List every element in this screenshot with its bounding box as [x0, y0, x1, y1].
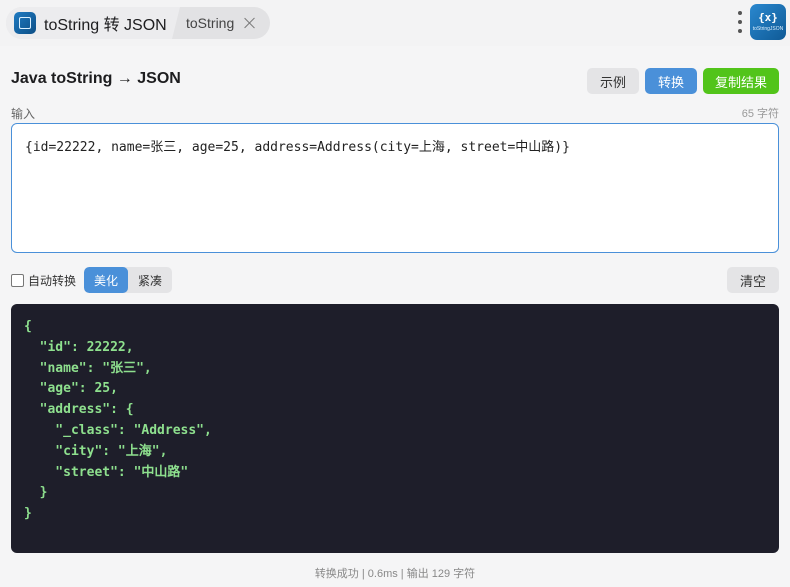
page-title: Java toString → JSON — [11, 70, 181, 87]
tab-bar: toString 转 JSON toString {x} toStringJSO… — [0, 0, 790, 46]
auto-convert-toggle[interactable]: 自动转换 — [11, 272, 76, 289]
example-button[interactable]: 示例 — [587, 68, 639, 94]
copy-result-button[interactable]: 复制结果 — [703, 68, 779, 94]
auto-convert-label: 自动转换 — [28, 274, 77, 288]
close-icon[interactable] — [244, 17, 256, 29]
tab-tostring[interactable]: toString — [186, 7, 256, 39]
auto-convert-checkbox[interactable] — [11, 274, 24, 287]
tab-title: toString 转 JSON — [44, 17, 167, 34]
format-segmented-control: 美化 紧凑 — [84, 267, 172, 293]
convert-button[interactable]: 转换 — [645, 68, 697, 94]
app-logo-icon: {x} toStringJSON — [750, 4, 786, 40]
more-vertical-icon[interactable] — [737, 11, 743, 33]
status-bar: 转换成功 | 0.6ms | 输出 129 字符 — [314, 568, 476, 580]
input-label: 输入 — [11, 107, 36, 121]
tostring-input[interactable]: {id=22222, name=张三, age=25, address=Addr… — [11, 123, 779, 253]
char-count: 65 字符 — [741, 108, 779, 120]
tab-group: toString 转 JSON toString — [6, 7, 270, 39]
app-icon — [14, 12, 36, 34]
tab-tostring-to-json[interactable]: toString 转 JSON — [6, 7, 180, 39]
format-beautify-option[interactable]: 美化 — [84, 267, 128, 293]
tab-label: toString — [186, 15, 235, 31]
clear-button[interactable]: 清空 — [727, 267, 779, 293]
format-compact-option[interactable]: 紧凑 — [128, 267, 172, 293]
json-output[interactable]: { "id": 22222, "name": "张三", "age": 25, … — [11, 304, 779, 553]
